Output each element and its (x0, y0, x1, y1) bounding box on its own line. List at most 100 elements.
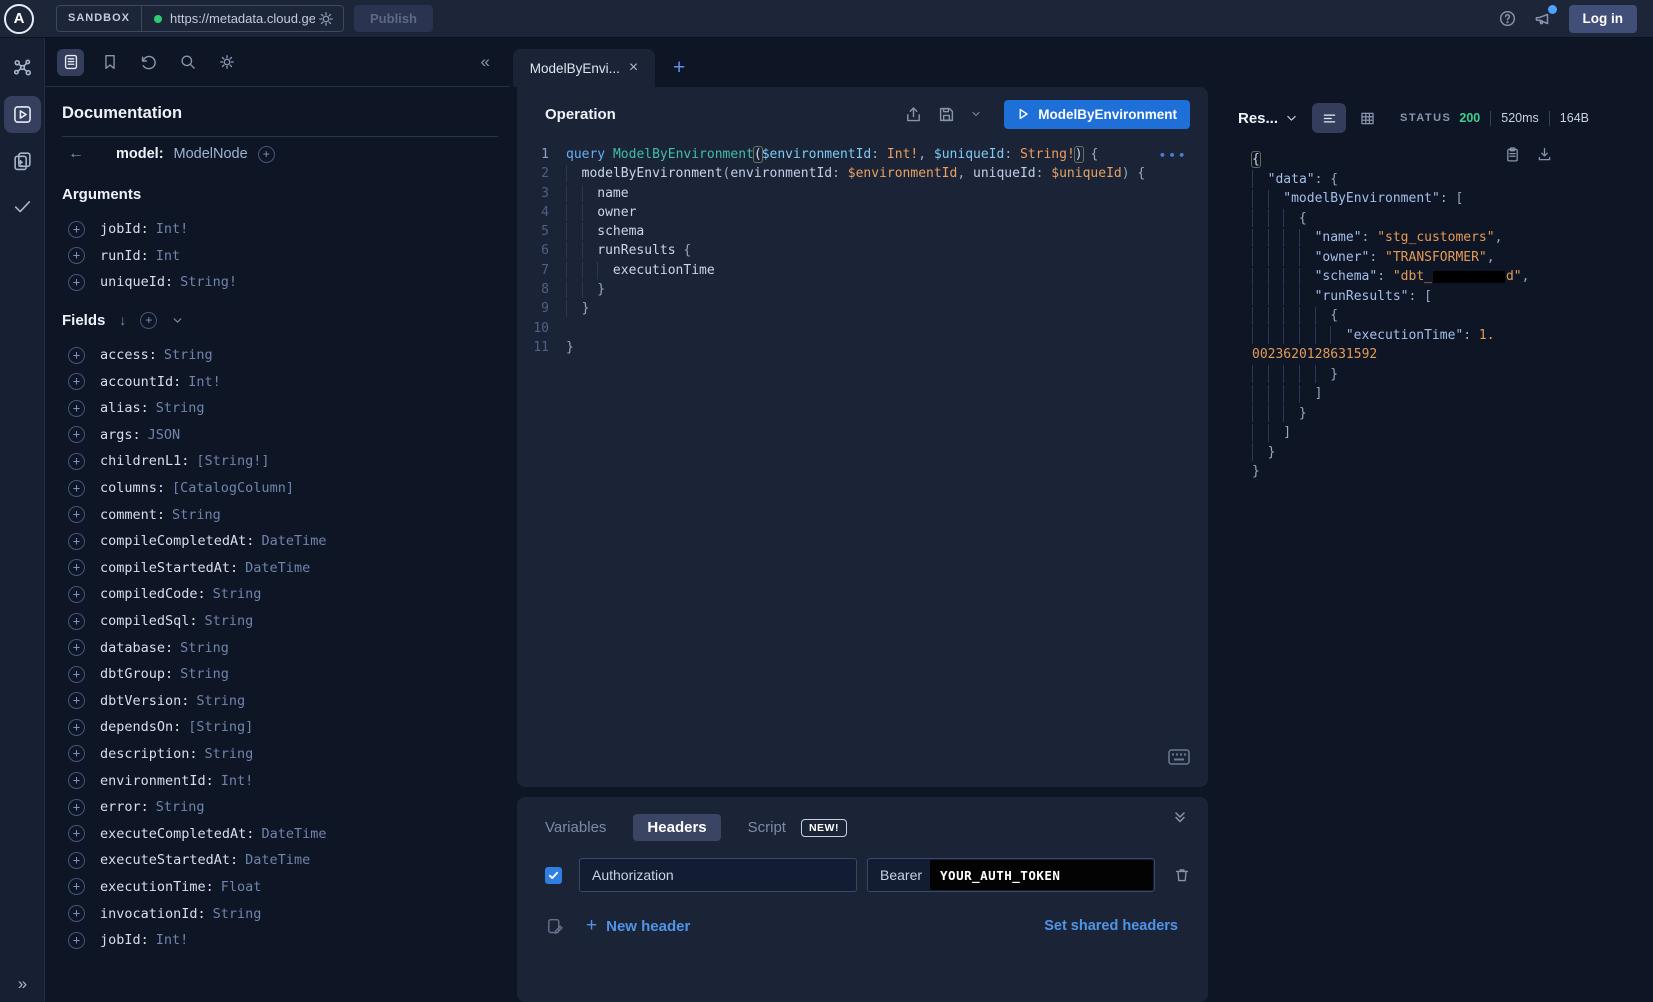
field-type[interactable]: String (156, 400, 205, 416)
help-button[interactable] (1498, 9, 1517, 28)
field-name[interactable]: compiledSql: (100, 613, 198, 629)
run-operation-button[interactable]: ModelByEnvironment (1004, 100, 1190, 129)
header-enabled-checkbox[interactable] (545, 867, 562, 884)
add-field-button[interactable]: + (68, 559, 85, 576)
add-type-button[interactable]: + (258, 146, 275, 163)
field-name[interactable]: invocationId: (100, 906, 206, 922)
back-arrow-icon[interactable]: ← (68, 145, 84, 163)
search-button[interactable] (174, 49, 201, 76)
query-editor[interactable]: ••• 1query ModelByEnvironment($environme… (517, 141, 1208, 357)
field-type[interactable]: String! (180, 274, 237, 290)
add-field-button[interactable]: + (68, 666, 85, 683)
field-type[interactable]: String (164, 347, 213, 363)
add-field-button[interactable]: + (68, 247, 85, 264)
field-type[interactable]: String (180, 666, 229, 682)
model-type[interactable]: ModelNode (174, 146, 248, 162)
rail-expand-button[interactable]: » (0, 974, 45, 994)
field-name[interactable]: compileCompletedAt: (100, 533, 254, 549)
add-field-button[interactable]: + (68, 221, 85, 238)
raw-view-button[interactable] (1312, 103, 1346, 133)
add-field-button[interactable]: + (68, 772, 85, 789)
field-name[interactable]: jobId: (100, 221, 149, 237)
field-type[interactable]: DateTime (261, 533, 326, 549)
field-name[interactable]: uniqueId: (100, 274, 173, 290)
field-type[interactable]: String (213, 586, 262, 602)
field-type[interactable]: Int! (156, 221, 189, 237)
add-field-button[interactable]: + (68, 274, 85, 291)
docs-tab-button[interactable] (57, 49, 84, 76)
history-button[interactable] (135, 49, 162, 76)
add-field-button[interactable]: + (68, 878, 85, 895)
add-field-button[interactable]: + (68, 852, 85, 869)
tab-variables[interactable]: Variables (545, 819, 606, 836)
field-name[interactable]: executionTime: (100, 879, 214, 895)
field-name[interactable]: access: (100, 347, 157, 363)
field-type[interactable]: Int! (188, 374, 221, 390)
field-name[interactable]: runId: (100, 248, 149, 264)
tab-script[interactable]: Script (748, 819, 786, 836)
add-field-button[interactable]: + (68, 506, 85, 523)
add-field-button[interactable]: + (68, 799, 85, 816)
add-all-fields-button[interactable]: + (140, 312, 157, 329)
field-name[interactable]: childrenL1: (100, 453, 189, 469)
field-name[interactable]: compiledCode: (100, 586, 206, 602)
field-name[interactable]: dbtVersion: (100, 693, 189, 709)
field-name[interactable]: compileStartedAt: (100, 560, 238, 576)
field-type[interactable]: String (205, 613, 254, 629)
response-title[interactable]: Res... (1238, 110, 1278, 127)
endpoint-settings-button[interactable] (317, 10, 335, 28)
rail-schema-button[interactable] (4, 50, 41, 87)
login-button[interactable]: Log in (1569, 5, 1638, 33)
field-name[interactable]: alias: (100, 400, 149, 416)
add-field-button[interactable]: + (68, 586, 85, 603)
field-name[interactable]: description: (100, 746, 198, 762)
field-name[interactable]: error: (100, 799, 149, 815)
field-type[interactable]: DateTime (245, 852, 310, 868)
tab-headers[interactable]: Headers (633, 814, 720, 841)
new-tab-button[interactable]: + (673, 58, 685, 78)
sort-icon[interactable]: ↓ (119, 312, 126, 328)
add-field-button[interactable]: + (68, 932, 85, 949)
editor-menu-button[interactable]: ••• (1159, 149, 1188, 162)
field-name[interactable]: accountId: (100, 374, 181, 390)
add-field-button[interactable]: + (68, 639, 85, 656)
field-name[interactable]: executeCompletedAt: (100, 826, 254, 842)
rail-explorer-button[interactable] (4, 96, 41, 133)
publish-button[interactable]: Publish (354, 5, 433, 32)
header-value-input[interactable]: Bearer YOUR_AUTH_TOKEN (867, 858, 1155, 892)
field-name[interactable]: comment: (100, 507, 165, 523)
field-type[interactable]: String (205, 746, 254, 762)
field-name[interactable]: jobId: (100, 932, 149, 948)
field-type[interactable]: JSON (148, 427, 181, 443)
add-field-button[interactable]: + (68, 533, 85, 550)
save-button[interactable] (937, 105, 956, 124)
edit-as-text-button[interactable] (545, 917, 564, 936)
field-type[interactable]: String (156, 799, 205, 815)
save-menu-button[interactable] (970, 108, 982, 120)
download-response-button[interactable] (1536, 146, 1553, 163)
operation-tab[interactable]: ModelByEnvi... × (513, 49, 655, 87)
field-name[interactable]: database: (100, 640, 173, 656)
share-button[interactable] (904, 105, 923, 124)
add-field-button[interactable]: + (68, 480, 85, 497)
field-name[interactable]: environmentId: (100, 773, 214, 789)
field-type[interactable]: DateTime (261, 826, 326, 842)
announcements-button[interactable] (1533, 9, 1553, 29)
endpoint-url-input[interactable]: https://metadata.cloud.get (170, 11, 315, 26)
field-name[interactable]: columns: (100, 480, 165, 496)
field-type[interactable]: Float (221, 879, 262, 895)
copy-response-button[interactable] (1504, 146, 1521, 163)
field-type[interactable]: String (172, 507, 221, 523)
field-type[interactable]: DateTime (245, 560, 310, 576)
field-type[interactable]: String (196, 693, 245, 709)
field-name[interactable]: dependsOn: (100, 719, 181, 735)
add-field-button[interactable]: + (68, 905, 85, 922)
field-type[interactable]: [String] (188, 719, 253, 735)
field-type[interactable]: [CatalogColumn] (172, 480, 294, 496)
add-field-button[interactable]: + (68, 400, 85, 417)
saved-operations-button[interactable] (96, 49, 123, 76)
table-view-button[interactable] (1350, 103, 1384, 133)
field-name[interactable]: executeStartedAt: (100, 852, 238, 868)
add-field-button[interactable]: + (68, 745, 85, 762)
delete-header-button[interactable] (1173, 866, 1191, 884)
